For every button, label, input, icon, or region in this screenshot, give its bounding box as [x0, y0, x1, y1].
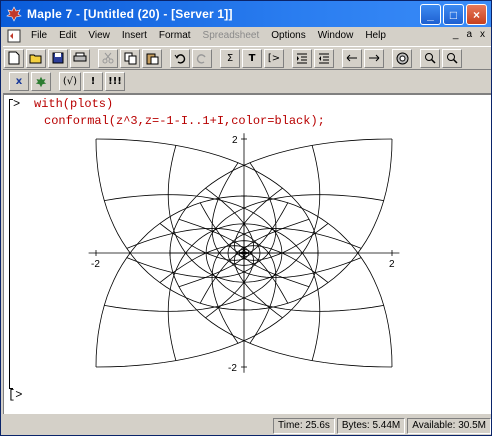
paste-button[interactable] — [142, 48, 162, 68]
new-document-icon — [8, 51, 20, 65]
open-folder-icon — [29, 54, 42, 64]
exec-group-button[interactable]: [> — [264, 48, 284, 68]
redo-icon — [196, 54, 206, 64]
stop-icon — [396, 52, 408, 64]
indent-in-icon — [297, 53, 307, 64]
doc-restore-button[interactable]: a — [466, 29, 472, 40]
scissors-icon — [102, 52, 114, 64]
save-button[interactable] — [48, 48, 68, 68]
new-document-button[interactable] — [4, 48, 24, 68]
print-button[interactable] — [70, 48, 90, 68]
zoom-in-button[interactable] — [420, 48, 440, 68]
menu-spreadsheet[interactable]: Spreadsheet — [197, 27, 266, 45]
worksheet-area[interactable]: > with(plots) conformal(z^3,z=-1-I..1+I,… — [3, 94, 491, 414]
minimize-button[interactable]: _ — [420, 4, 441, 25]
menu-edit[interactable]: Edit — [53, 27, 82, 45]
plot-axes — [88, 133, 400, 373]
cut-button[interactable] — [98, 48, 118, 68]
menu-bar: File Edit View Insert Format Spreadsheet… — [1, 27, 491, 45]
y-tick-label-neg2: -2 — [228, 363, 237, 374]
sigma-button[interactable]: Σ — [220, 48, 240, 68]
maple-window: Maple 7 - [Untitled (20) - [Server 1]] _… — [0, 0, 492, 436]
menu-view[interactable]: View — [82, 27, 116, 45]
menu-file[interactable]: File — [25, 27, 53, 45]
menu-insert[interactable]: Insert — [116, 27, 153, 45]
menu-options[interactable]: Options — [265, 27, 311, 45]
magnifier-icon — [425, 53, 436, 64]
copy-button[interactable] — [120, 48, 140, 68]
execute-all-button[interactable]: !!! — [105, 72, 125, 91]
redo-button[interactable] — [192, 48, 212, 68]
status-bar: Time: 25.6s Bytes: 5.44M Available: 30.5… — [1, 416, 491, 435]
maple-leaf-icon — [35, 76, 47, 87]
maximize-button[interactable]: □ — [443, 4, 464, 25]
input-prompt: > — [13, 97, 21, 111]
window-title: Maple 7 - [Untitled (20) - [Server 1]] — [27, 7, 233, 21]
exclamation-button[interactable]: ! — [83, 72, 103, 91]
paste-icon — [146, 53, 158, 64]
input-line-conformal[interactable]: conformal(z^3,z=-1-I..1+I,color=black); — [44, 114, 325, 128]
menu-help[interactable]: Help — [359, 27, 392, 45]
maple-leaf-icon — [6, 6, 22, 22]
doc-close-button[interactable]: x — [480, 29, 485, 40]
sqrt-button[interactable]: (√) — [59, 72, 81, 91]
undo-icon — [174, 54, 186, 64]
input-line-with-plots[interactable]: with(plots) — [34, 97, 113, 111]
status-available: Available: 30.5M — [407, 417, 491, 434]
indent-out-icon — [319, 53, 329, 64]
status-time: Time: 25.6s — [273, 417, 335, 434]
close-button[interactable]: × — [466, 4, 487, 25]
title-bar[interactable]: Maple 7 - [Untitled (20) - [Server 1]] _… — [1, 1, 491, 27]
maple-leaf-button[interactable] — [31, 72, 51, 91]
copy-icon — [124, 52, 136, 64]
main-toolbar: Σ T [> — [3, 46, 491, 70]
printer-icon — [73, 52, 87, 62]
indent-out-button[interactable] — [314, 48, 334, 68]
x-tick-label-neg2: -2 — [91, 259, 100, 270]
conformal-plot[interactable]: -2 2 2 -2 — [64, 133, 424, 383]
zoom-out-button[interactable] — [442, 48, 462, 68]
undo-button[interactable] — [170, 48, 190, 68]
back-button[interactable] — [342, 48, 362, 68]
text-button[interactable]: T — [242, 48, 262, 68]
arrow-right-icon — [369, 54, 380, 62]
save-disk-icon — [52, 52, 64, 64]
status-bytes: Bytes: 5.44M — [336, 417, 406, 434]
doc-minimize-button[interactable]: _ — [453, 29, 459, 40]
open-button[interactable] — [26, 48, 46, 68]
menu-window[interactable]: Window — [312, 27, 360, 45]
y-tick-label-2: 2 — [232, 135, 238, 146]
math-mode-button[interactable]: x — [9, 72, 29, 91]
arrow-left-icon — [346, 54, 357, 62]
worksheet-icon[interactable] — [7, 29, 21, 43]
context-toolbar: x (√) ! !!! — [3, 70, 491, 94]
x-tick-label-2: 2 — [389, 259, 395, 270]
execution-group-bracket[interactable] — [9, 99, 13, 389]
indent-in-button[interactable] — [292, 48, 312, 68]
forward-button[interactable] — [364, 48, 384, 68]
stop-button[interactable] — [392, 48, 412, 68]
empty-input-prompt[interactable]: [> — [8, 388, 22, 402]
magnifier-icon — [447, 53, 458, 64]
menu-format[interactable]: Format — [153, 27, 197, 45]
